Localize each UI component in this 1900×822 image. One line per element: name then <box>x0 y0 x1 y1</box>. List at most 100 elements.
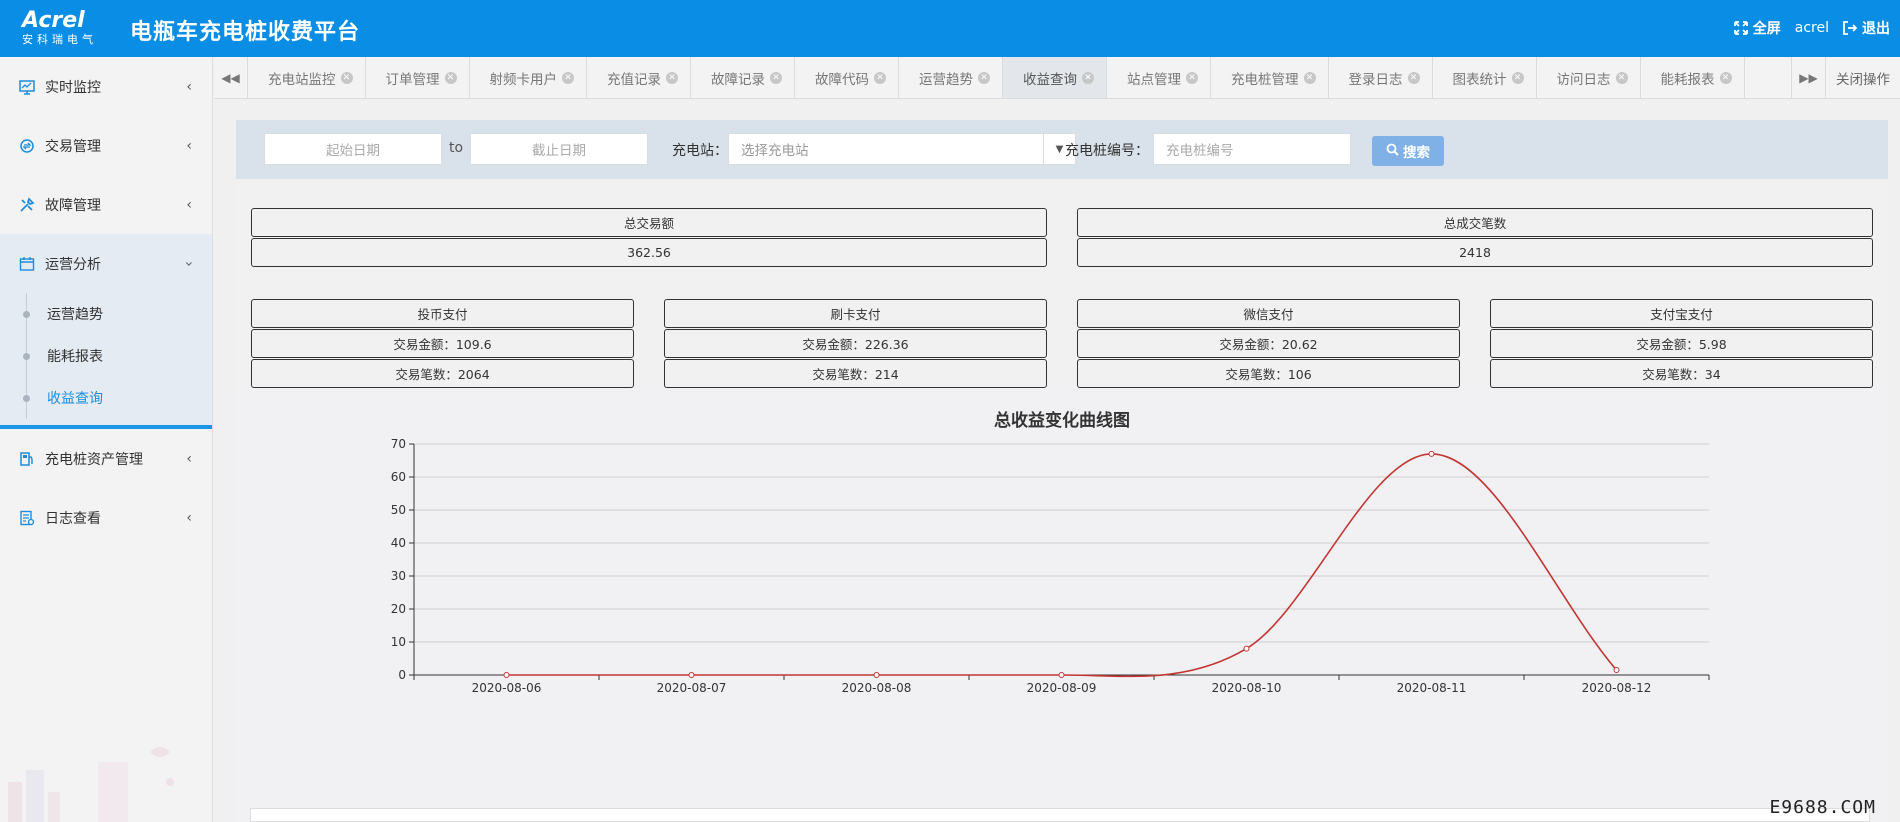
logout-button[interactable]: 退出 <box>1843 18 1890 38</box>
close-icon[interactable]: ✕ <box>1615 71 1628 84</box>
revenue-line-chart: 0 10 20 30 40 50 60 70 2020-08-06 2020-08-07 2020-… <box>391 437 1710 695</box>
sidebar-item-label: 实时监控 <box>45 79 101 96</box>
x-tick-label: 2020-08-06 <box>472 681 542 695</box>
y-tick-label: 10 <box>391 635 406 649</box>
sidebar-item-label: 运营分析 <box>45 256 101 273</box>
tab-station-monitor[interactable]: 充电站监控 ✕ <box>248 57 366 98</box>
tab-revenue-query[interactable]: 收益查询 ✕ <box>1003 57 1107 98</box>
payment-amount: 交易金额：5.98 <box>1490 329 1873 358</box>
y-tick-label: 70 <box>391 437 406 451</box>
sidebar-item-label: 交易管理 <box>45 138 101 155</box>
start-date-input[interactable]: 起始日期 <box>264 133 442 165</box>
username: acrel <box>1794 20 1829 36</box>
operations-submenu: 运营趋势 能耗报表 收益查询 <box>0 293 212 429</box>
payment-count: 交易笔数：2064 <box>251 359 634 388</box>
close-icon[interactable]: ✕ <box>1407 71 1420 84</box>
sidebar-subitem-revenue-query[interactable]: 收益查询 <box>0 377 212 419</box>
x-tick-label: 2020-08-08 <box>842 681 912 695</box>
search-button[interactable]: 搜索 <box>1372 136 1444 166</box>
tab-label: 故障记录 <box>711 71 765 88</box>
tab-rf-card-users[interactable]: 射频卡用户 ✕ <box>470 57 587 98</box>
payment-count: 交易笔数：214 <box>664 359 1047 388</box>
station-select[interactable]: 选择充电站 ▼ <box>728 133 1076 165</box>
exchange-icon <box>18 137 36 155</box>
close-icon[interactable]: ✕ <box>874 71 886 84</box>
calendar-icon <box>18 255 36 273</box>
close-icon[interactable]: ✕ <box>1719 71 1732 84</box>
tabs-right-controls: ▶▶ 关闭操作 <box>1791 57 1900 98</box>
main-content: 起始日期 to 截止日期 充电站： 选择充电站 ▼ 充电桩编号： 充电桩编号 搜… <box>236 120 1888 822</box>
tab-recharge-records[interactable]: 充值记录 ✕ <box>587 57 691 98</box>
y-tick-label: 20 <box>391 602 406 616</box>
close-icon[interactable]: ✕ <box>1303 71 1316 84</box>
tab-bar: ◀◀ 充电站监控 ✕ 订单管理 ✕ 射频卡用户 ✕ 充值记录 ✕ 故障记录 ✕ 故障代码 ✕… <box>214 57 1900 99</box>
total-count-value: 2418 <box>1077 238 1873 267</box>
tabs-scroll-left-button[interactable]: ◀◀ <box>214 57 248 98</box>
sidebar-subitem-energy-report[interactable]: 能耗报表 <box>0 335 212 377</box>
sidebar-subitem-trend[interactable]: 运营趋势 <box>0 293 212 335</box>
payment-name: 微信支付 <box>1077 299 1460 328</box>
sidebar-item-pile-assets[interactable]: 充电桩资产管理 ‹ <box>0 429 212 488</box>
tab-access-log[interactable]: 访问日志 ✕ <box>1537 57 1641 98</box>
tab-site-management[interactable]: 站点管理 ✕ <box>1107 57 1211 98</box>
close-icon[interactable]: ✕ <box>978 71 990 84</box>
tab-energy-report[interactable]: 能耗报表 ✕ <box>1641 57 1745 98</box>
tab-orders[interactable]: 订单管理 ✕ <box>366 57 470 98</box>
tab-chart-stats[interactable]: 图表统计 ✕ <box>1433 57 1537 98</box>
user-menu[interactable]: acrel <box>1795 20 1829 36</box>
logout-label: 退出 <box>1862 21 1890 37</box>
double-chevron-right-icon: ▶▶ <box>1799 70 1818 85</box>
pile-number-input[interactable]: 充电桩编号 <box>1153 133 1351 165</box>
close-icon[interactable]: ✕ <box>666 71 678 84</box>
tabs-scroll-right-button[interactable]: ▶▶ <box>1791 57 1825 98</box>
end-date-input[interactable]: 截止日期 <box>470 133 648 165</box>
data-point <box>1058 672 1065 678</box>
sidebar-item-label: 日志查看 <box>45 510 101 527</box>
logo-subtitle: 安科瑞电气 <box>22 33 97 46</box>
sidebar-item-transactions[interactable]: 交易管理 ‹ <box>0 116 212 175</box>
bottom-panel-edge <box>250 808 1870 822</box>
watermark: E9688.COM <box>1769 797 1876 818</box>
sidebar-item-operations[interactable]: 运营分析 ‹ <box>0 234 212 293</box>
tab-label: 能耗报表 <box>1660 71 1715 88</box>
close-icon[interactable]: ✕ <box>770 71 782 84</box>
tab-label: 站点管理 <box>1127 71 1181 88</box>
payment-count: 交易笔数：106 <box>1077 359 1460 388</box>
chevron-down-icon: ‹ <box>181 261 198 267</box>
series-line <box>506 453 1618 678</box>
sidebar-item-logs[interactable]: 日志查看 ‹ <box>0 488 212 547</box>
top-header: Acrel 安科瑞电气 电瓶车充电桩收费平台 全屏 acrel 退出 <box>0 0 1900 57</box>
data-point <box>1243 645 1250 652</box>
fullscreen-button[interactable]: 全屏 <box>1733 18 1781 38</box>
total-count-label: 总成交笔数 <box>1077 208 1873 237</box>
search-button-label: 搜索 <box>1403 145 1430 161</box>
x-tick-label: 2020-08-07 <box>657 681 727 695</box>
close-icon[interactable]: ✕ <box>340 71 353 84</box>
station-select-value: 选择充电站 <box>741 143 809 159</box>
chevron-left-icon: ‹ <box>186 138 192 154</box>
station-label: 充电站： <box>672 143 728 159</box>
logout-icon <box>1843 21 1857 35</box>
sidebar-item-realtime-monitor[interactable]: 实时监控 ‹ <box>0 57 212 116</box>
chevron-left-icon: ‹ <box>186 197 192 213</box>
close-icon[interactable]: ✕ <box>1186 71 1198 84</box>
tab-label: 订单管理 <box>385 71 440 88</box>
tab-label: 射频卡用户 <box>489 71 558 88</box>
tab-fault-records[interactable]: 故障记录 ✕ <box>691 57 795 98</box>
y-tick-label: 40 <box>391 536 406 550</box>
expand-icon <box>1733 21 1748 35</box>
pile-number-label: 充电桩编号： <box>1065 143 1149 159</box>
revenue-chart-panel: 总收益变化曲线图 0 10 20 30 40 50 60 70 2020-08-06 2020-0… <box>236 388 1888 822</box>
tab-fault-codes[interactable]: 故障代码 ✕ <box>795 57 899 98</box>
close-icon[interactable]: ✕ <box>1082 71 1094 84</box>
tab-login-log[interactable]: 登录日志 ✕ <box>1329 57 1433 98</box>
app-title: 电瓶车充电桩收费平台 <box>130 20 361 45</box>
close-operations-button[interactable]: 关闭操作 <box>1825 57 1900 98</box>
fullscreen-label: 全屏 <box>1752 21 1781 37</box>
tab-pile-management[interactable]: 充电桩管理 ✕ <box>1211 57 1329 98</box>
close-icon[interactable]: ✕ <box>562 71 574 84</box>
close-icon[interactable]: ✕ <box>444 71 457 84</box>
tab-operation-trend[interactable]: 运营趋势 ✕ <box>899 57 1003 98</box>
close-icon[interactable]: ✕ <box>1511 71 1524 84</box>
sidebar-item-faults[interactable]: 故障管理 ‹ <box>0 175 212 234</box>
